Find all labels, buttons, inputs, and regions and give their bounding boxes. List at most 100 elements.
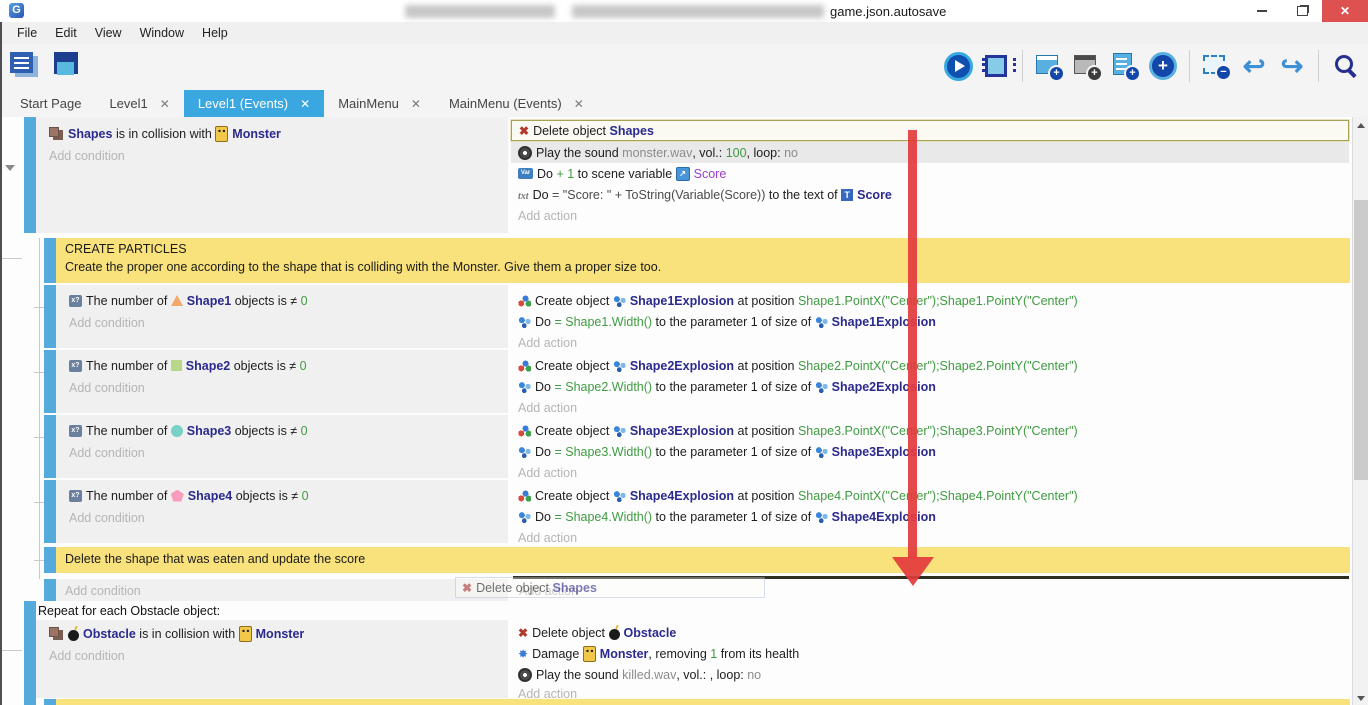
damage-icon [518, 647, 528, 661]
monster-icon [583, 646, 596, 662]
tab-close-icon[interactable]: ✕ [574, 97, 584, 111]
add-event-icon[interactable] [1032, 49, 1066, 83]
text-run: Create object [535, 424, 613, 438]
tab-start-page[interactable]: Start Page [6, 90, 95, 117]
action-damage-monster[interactable]: Damage Monster, removing 1 from its heal… [511, 643, 1349, 664]
event-marker-bar[interactable] [24, 117, 36, 233]
redo-icon[interactable] [1275, 49, 1309, 83]
condition-shape2-count[interactable]: The number of Shape2 objects is ≠ 0 [62, 355, 502, 376]
action-add-to-score-variable[interactable]: Do + 1 to scene variable Score [511, 163, 1349, 184]
repeat-obstacle-header[interactable]: Repeat for each Obstacle object: [38, 603, 220, 620]
event-marker-bar[interactable] [44, 415, 56, 478]
scene-window-icon[interactable] [50, 49, 84, 83]
add-condition-link[interactable]: Add condition [58, 580, 141, 601]
add-condition-link[interactable]: Add condition [62, 377, 145, 398]
condition-shape3-count[interactable]: The number of Shape3 objects is ≠ 0 [62, 420, 502, 441]
scroll-down-icon[interactable] [1357, 696, 1365, 701]
event-marker-bar[interactable] [44, 547, 56, 573]
menu-help[interactable]: Help [193, 26, 237, 40]
condition-shape1-count[interactable]: The number of Shape1 objects is ≠ 0 [62, 290, 502, 311]
monster-icon [215, 126, 228, 142]
close-button[interactable] [1322, 0, 1368, 22]
vertical-scrollbar[interactable] [1352, 117, 1368, 705]
tab-mainmenu-events[interactable]: MainMenu (Events)✕ [435, 90, 598, 117]
comment-delete-shape[interactable]: Delete the shape that was eaten and upda… [56, 547, 1350, 573]
project-manager-icon[interactable] [8, 49, 42, 83]
scrollbar-thumb[interactable] [1354, 200, 1368, 480]
action-delete-obstacle[interactable]: Delete object Obstacle [511, 622, 1349, 643]
action-play-sound-killed[interactable]: Play the sound killed.wav, vol.: , loop:… [511, 664, 1349, 685]
action-play-sound-monster[interactable]: Play the sound monster.wav, vol.: 100, l… [511, 142, 1349, 163]
menu-window[interactable]: Window [131, 26, 193, 40]
event-marker-bar[interactable] [44, 579, 56, 601]
tab-level1[interactable]: Level1✕ [95, 90, 183, 117]
action-create-shape4explosion[interactable]: Create object Shape4Explosion at positio… [511, 485, 1349, 506]
action-resize-shape3explosion[interactable]: Do = Shape3.Width() to the parameter 1 o… [511, 441, 1349, 462]
menu-view[interactable]: View [86, 26, 131, 40]
search-icon[interactable] [1328, 49, 1362, 83]
particle-icon [613, 490, 626, 502]
action-resize-shape1explosion[interactable]: Do = Shape1.Width() to the parameter 1 o… [511, 311, 1349, 332]
play-icon[interactable] [941, 49, 975, 83]
tab-close-icon[interactable]: ✕ [300, 97, 310, 111]
menu-edit[interactable]: Edit [46, 26, 86, 40]
event-marker-bar[interactable] [44, 350, 56, 413]
text-run: Shape4Explosion [630, 489, 734, 503]
condition-shapes-collides-monster[interactable]: Shapes is in collision with Monster [42, 123, 502, 144]
comment-create-particles[interactable]: CREATE PARTICLES Create the proper one a… [56, 238, 1350, 283]
text-run: 0 [301, 424, 308, 438]
tab-level1-events[interactable]: Level1 (Events)✕ [184, 90, 324, 117]
text-run: Monster [232, 127, 281, 141]
add-subevent-icon[interactable] [1070, 49, 1104, 83]
tab-close-icon[interactable]: ✕ [411, 97, 421, 111]
add-plus-icon[interactable] [1146, 49, 1180, 83]
action-create-shape1explosion[interactable]: Create object Shape1Explosion at positio… [511, 290, 1349, 311]
menu-bar: FileEditViewWindowHelp [0, 22, 1368, 44]
action-resize-shape4explosion[interactable]: Do = Shape4.Width() to the parameter 1 o… [511, 506, 1349, 527]
text-run: Shape2 [186, 359, 230, 373]
text-run: no [784, 146, 798, 160]
comment-title: CREATE PARTICLES [65, 242, 1350, 256]
text-run: The number of [86, 424, 171, 438]
text-run: ≠ [290, 294, 300, 308]
undo-icon[interactable] [1237, 49, 1271, 83]
action-create-shape2explosion[interactable]: Create object Shape2Explosion at positio… [511, 355, 1349, 376]
action-resize-shape2explosion[interactable]: Do = Shape2.Width() to the parameter 1 o… [511, 376, 1349, 397]
action-set-score-text[interactable]: Do = "Score: " + ToString(Variable(Score… [511, 184, 1349, 205]
add-condition-link[interactable]: Add condition [62, 442, 145, 463]
minimize-button[interactable] [1242, 0, 1282, 22]
add-action-link[interactable]: Add action [511, 205, 577, 226]
action-create-shape3explosion[interactable]: Create object Shape3Explosion at positio… [511, 420, 1349, 441]
text-run: is in collision with [112, 127, 215, 141]
scroll-up-icon[interactable] [1357, 123, 1365, 128]
add-condition-link[interactable]: Add condition [42, 645, 125, 666]
text-run: = Shape2.Width() [554, 380, 652, 394]
add-condition-link[interactable]: Add condition [62, 312, 145, 333]
remove-event-icon[interactable] [1199, 49, 1233, 83]
add-action-link[interactable]: Add action [511, 397, 577, 418]
text-run: The number of [86, 359, 171, 373]
count-icon [69, 295, 82, 307]
collapse-arrow-icon[interactable] [5, 165, 15, 171]
tab-label: MainMenu [338, 96, 399, 111]
action-delete-shapes-selected[interactable]: Delete object Shapes [511, 120, 1349, 141]
add-action-link[interactable]: Add action [511, 332, 577, 353]
tab-close-icon[interactable]: ✕ [160, 97, 170, 111]
condition-obstacle-collides-monster[interactable]: Obstacle is in collision with Monster [42, 623, 502, 644]
menu-file[interactable]: File [8, 26, 46, 40]
event-marker-bar[interactable] [44, 480, 56, 543]
add-action-link[interactable]: Add action [511, 527, 577, 548]
sound-icon [518, 146, 532, 160]
add-action-link[interactable]: Add action [511, 462, 577, 483]
event-marker-bar[interactable] [44, 238, 56, 283]
restore-button[interactable] [1282, 0, 1322, 22]
add-condition-link[interactable]: Add condition [62, 507, 145, 528]
text-run: , removing [648, 647, 710, 661]
add-condition-link[interactable]: Add condition [42, 145, 125, 166]
event-marker-bar[interactable] [24, 601, 36, 705]
tab-mainmenu[interactable]: MainMenu ✕ [324, 90, 435, 117]
add-comment-icon[interactable] [1108, 49, 1142, 83]
event-marker-bar[interactable] [44, 285, 56, 348]
condition-shape4-count[interactable]: The number of Shape4 objects is ≠ 0 [62, 485, 502, 506]
debug-icon[interactable] [979, 49, 1013, 83]
